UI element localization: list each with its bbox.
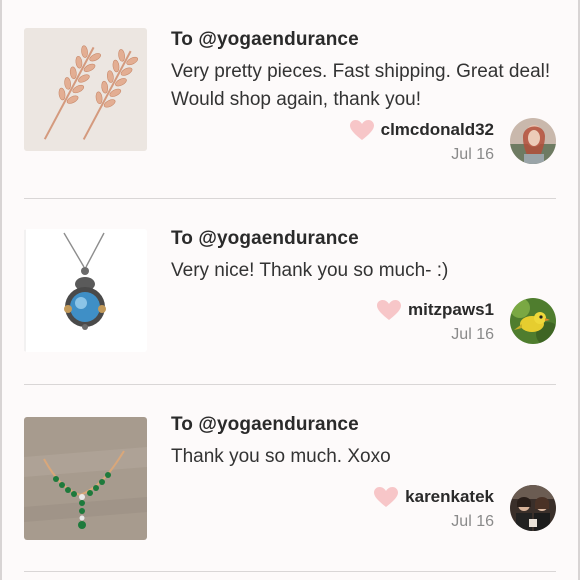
review-item: To @yogaendurance Very nice! Thank you s… [24, 199, 556, 359]
reviewer-row: clmcdonald32 [349, 119, 494, 141]
heart-icon[interactable] [373, 486, 399, 508]
review-message: Very nice! Thank you so much- :) [171, 260, 449, 281]
reviewer-username[interactable]: karenkatek [405, 487, 494, 507]
heart-icon[interactable] [349, 119, 375, 141]
review-item: To @yogaendurance Thank you so much. Xox… [24, 385, 556, 545]
user-avatar[interactable] [510, 118, 556, 164]
review-date: Jul 16 [451, 513, 494, 530]
review-recipient[interactable]: To @yogaendurance [171, 29, 359, 51]
review-recipient[interactable]: To @yogaendurance [171, 414, 359, 436]
blue-stone-pendant-necklace-image[interactable] [24, 229, 147, 352]
review-date: Jul 16 [451, 326, 494, 343]
divider [24, 571, 556, 572]
review-recipient[interactable]: To @yogaendurance [171, 228, 359, 250]
review-item: To @yogaendurance Very pretty pieces. Fa… [24, 0, 556, 164]
leaf-ear-cuff-earrings-image[interactable] [24, 28, 147, 151]
bird-avatar[interactable] [510, 298, 556, 344]
review-date: Jul 16 [451, 146, 494, 163]
green-gem-necklace-image[interactable] [24, 417, 147, 540]
reviewer-username[interactable]: clmcdonald32 [381, 120, 494, 140]
review-message: Very pretty pieces. Fast shipping. Great… [171, 61, 551, 110]
reviewer-row: karenkatek [373, 486, 494, 508]
left-edge-border [0, 0, 2, 580]
user-avatar[interactable] [510, 485, 556, 531]
reviewer-username[interactable]: mitzpaws1 [408, 300, 494, 320]
review-message: Thank you so much. Xoxo [171, 446, 391, 467]
reviewer-row: mitzpaws1 [376, 299, 494, 321]
heart-icon[interactable] [376, 299, 402, 321]
